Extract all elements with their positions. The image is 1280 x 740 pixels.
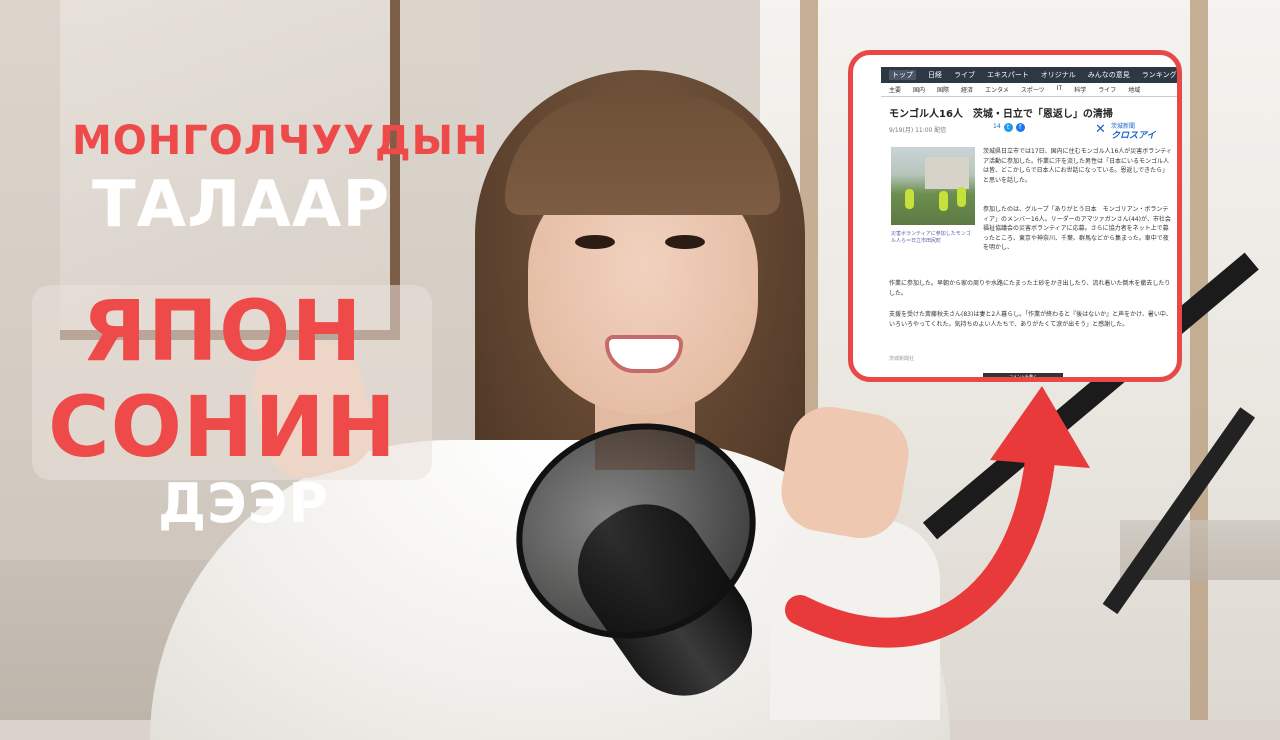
- article-paragraph: 茨城県日立市では17日、国内に住むモンゴル人16人が災害ボランティア活動に参加し…: [983, 148, 1172, 184]
- logo-big-text: クロスアイ: [1111, 131, 1156, 141]
- photo-volunteer: [939, 191, 948, 211]
- news-top-nav: トップ 日経 ライブ エキスパート オリジナル みんなの意見 ランキング: [881, 67, 1177, 83]
- article-paragraph: 参加したのは、グループ「ありがとう日本 モンゴリアン・ボランティア」のメンバー1…: [983, 206, 1171, 251]
- article-date: 9/19(月) 11:00 配信: [889, 127, 947, 134]
- nav-item[interactable]: ランキング: [1142, 70, 1177, 80]
- category-item[interactable]: ライフ: [1098, 85, 1116, 96]
- nav-item[interactable]: ライブ: [954, 70, 975, 80]
- category-item[interactable]: 経済: [961, 85, 973, 96]
- title-line-1: МОНГОЛЧУУДЫН: [72, 118, 489, 164]
- ranking-number[interactable]: 4: [1179, 277, 1182, 329]
- comment-count[interactable]: 14: [993, 123, 1001, 132]
- logo-mark-icon: ✕: [1095, 122, 1106, 137]
- photo-volunteer: [905, 189, 914, 209]
- title-line-4: СОНИН: [48, 378, 397, 476]
- article-paragraph: 作業に参加した。早朝から家の周りや水路にたまった土砂をかき出したり、流れ着いた倒…: [889, 280, 1171, 297]
- ranking-number[interactable]: 1: [1179, 121, 1182, 173]
- news-category-nav: 主要 国内 国際 経済 エンタメ スポーツ IT 科学 ライフ 地域: [881, 85, 1177, 97]
- category-item[interactable]: 国際: [937, 85, 949, 96]
- category-item[interactable]: 地域: [1128, 85, 1140, 96]
- photo-volunteer: [957, 187, 966, 207]
- left-eye: [575, 235, 615, 249]
- category-item[interactable]: 科学: [1074, 85, 1086, 96]
- article-screenshot-card: トップ 日経 ライブ エキスパート オリジナル みんなの意見 ランキング 主要 …: [848, 50, 1182, 382]
- nav-item[interactable]: トップ: [889, 70, 916, 80]
- article-source: 茨城新聞社: [889, 356, 915, 362]
- right-eye: [665, 235, 705, 249]
- category-item[interactable]: IT: [1057, 85, 1062, 96]
- ranking-number[interactable]: 3: [1179, 225, 1182, 277]
- photo-house: [925, 157, 969, 189]
- ranking-number[interactable]: 2: [1179, 173, 1182, 225]
- photo-caption: 災害ボランティアに参加したモンゴル人ら＝日立市田尻町: [891, 231, 971, 244]
- article-paragraph: 支援を受けた斎藤秋夫さん(83)は妻と2人暮らし。「作業が終わると『後はないか』…: [889, 311, 1172, 328]
- nav-item[interactable]: 日経: [928, 70, 942, 80]
- category-item[interactable]: 主要: [889, 85, 901, 96]
- category-item[interactable]: スポーツ: [1021, 85, 1045, 96]
- publisher-logo: ✕ 茨城新聞 クロスアイ: [1095, 121, 1169, 142]
- title-line-2: ТАЛААР: [92, 168, 391, 242]
- nav-item[interactable]: オリジナル: [1041, 70, 1076, 80]
- twitter-icon[interactable]: t: [1003, 123, 1013, 132]
- ranking-numbers: 1 2 3 4 5: [1179, 121, 1182, 381]
- category-item[interactable]: 国内: [913, 85, 925, 96]
- facebook-icon[interactable]: f: [1015, 123, 1025, 132]
- share-icons: 14 t f: [993, 123, 1025, 132]
- nav-item[interactable]: みんなの意見: [1088, 70, 1130, 80]
- category-item[interactable]: エンタメ: [985, 85, 1009, 96]
- article-photo[interactable]: [891, 147, 975, 225]
- red-curved-arrow-icon: [785, 386, 1090, 648]
- article-headline: モンゴル人16人 茨城・日立で「恩返し」の清掃: [889, 109, 1113, 120]
- title-line-3: ЯПОН: [82, 282, 363, 380]
- nav-item[interactable]: エキスパート: [987, 70, 1029, 80]
- title-line-5: ДЭЭР: [158, 472, 329, 535]
